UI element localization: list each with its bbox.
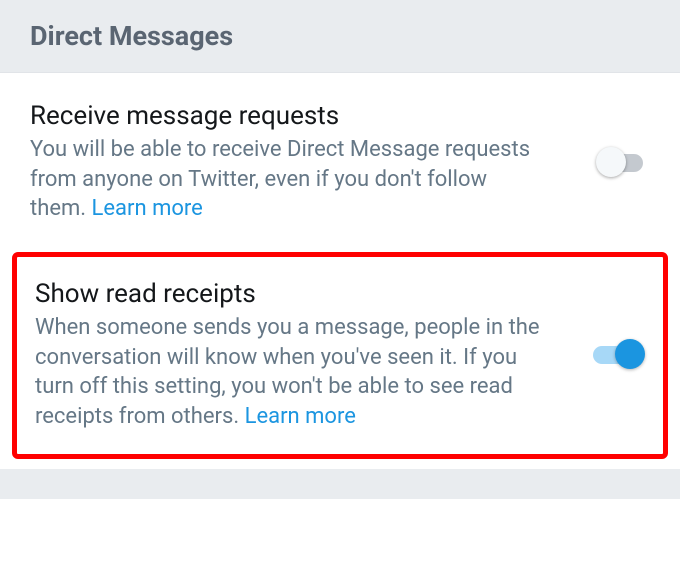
toggle-thumb (596, 147, 626, 177)
learn-more-link[interactable]: Learn more (92, 196, 203, 221)
setting-receive-message-requests: Receive message requests You will be abl… (0, 73, 680, 252)
setting-description: When someone sends you a message, people… (35, 313, 545, 432)
setting-description: You will be able to receive Direct Messa… (30, 135, 540, 224)
toggle-thumb (615, 339, 645, 369)
learn-more-link[interactable]: Learn more (245, 404, 356, 429)
setting-text-block: Receive message requests You will be abl… (30, 101, 540, 224)
setting-title: Receive message requests (30, 101, 540, 131)
page-title: Direct Messages (30, 20, 650, 52)
setting-title: Show read receipts (35, 279, 545, 309)
highlight-annotation: Show read receipts When someone sends yo… (12, 252, 668, 459)
footer-spacer (0, 469, 680, 499)
receive-requests-toggle[interactable] (598, 152, 650, 174)
read-receipts-toggle[interactable] (593, 344, 645, 366)
setting-show-read-receipts: Show read receipts When someone sends yo… (17, 257, 663, 454)
settings-list: Receive message requests You will be abl… (0, 73, 680, 459)
setting-text-block: Show read receipts When someone sends yo… (35, 279, 545, 432)
settings-header: Direct Messages (0, 0, 680, 73)
